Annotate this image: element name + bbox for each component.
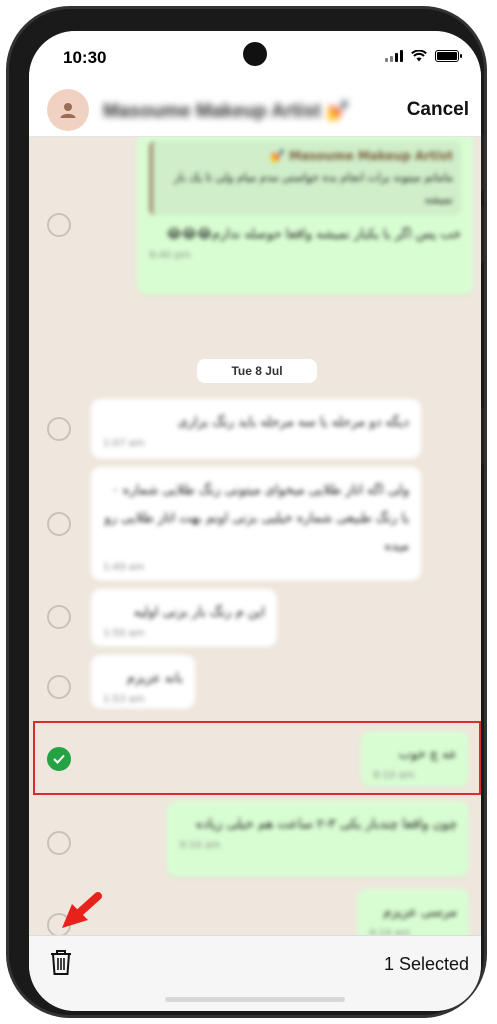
select-circle[interactable] <box>47 831 71 855</box>
select-circle[interactable] <box>47 417 71 441</box>
quoted-message: Masoume Makeup Artist 💅 ماماتم میتونه بر… <box>149 141 461 215</box>
message-text: عه چ خوب <box>398 747 457 762</box>
message-time: 9:10 am <box>179 840 221 851</box>
message-bubble[interactable]: ولی اگه اتاز طلایی میخوای میتونی رنگ طلا… <box>91 467 421 581</box>
message-text: خب پس اگر یا یکبار نمیشه واقعا حوصله ندا… <box>166 227 461 242</box>
front-camera <box>243 42 267 66</box>
select-circle[interactable] <box>47 213 71 237</box>
select-circle-checked[interactable] <box>47 747 71 771</box>
message-bubble[interactable]: مرسی عزیزم 9:10 am <box>357 889 469 935</box>
phone-frame: 10:30 Masoume Makeup Artist 💅 Cancel Mas… <box>6 6 487 1018</box>
message-bubble[interactable]: Masoume Makeup Artist 💅 ماماتم میتونه بر… <box>137 137 473 295</box>
message-text: چون واقعا چندبار یکی ۳-۲ ساعت هم خیلی زی… <box>195 817 457 832</box>
message-text: دیگه دو مرحله یا سه مرحله باید رنگ بزاری <box>177 415 409 430</box>
quote-text: ماماتم میتونه برات انجام بده خواستی مدم … <box>174 171 453 206</box>
person-icon <box>60 103 76 118</box>
wifi-icon <box>411 50 427 62</box>
message-bubble[interactable]: بانه عزیزم 1:53 am <box>91 655 195 709</box>
message-time: 9:10 am <box>373 770 415 781</box>
status-bar: 10:30 <box>29 31 481 83</box>
select-circle[interactable] <box>47 675 71 699</box>
chat-header: Masoume Makeup Artist 💅 Cancel <box>29 83 481 137</box>
message-text: این م رنگ بار بزنی اولیه <box>133 605 265 620</box>
selection-toolbar: 1 Selected <box>29 935 481 1011</box>
annotation-arrow-icon <box>62 892 102 928</box>
message-time: 9:10 am <box>369 928 411 935</box>
message-time: 1:49 am <box>103 562 145 573</box>
screen: 10:30 Masoume Makeup Artist 💅 Cancel Mas… <box>29 31 481 1011</box>
contact-name[interactable]: Masoume Makeup Artist 💅 <box>103 99 350 123</box>
status-time: 10:30 <box>63 48 107 67</box>
message-text: مرسی عزیزم <box>383 905 457 920</box>
message-time: 1:07 am <box>103 438 145 449</box>
trash-icon <box>51 950 71 975</box>
message-time: 1:53 am <box>103 694 145 705</box>
select-circle[interactable] <box>47 605 71 629</box>
checkmark-icon <box>53 754 65 764</box>
delete-button[interactable] <box>49 948 73 979</box>
avatar[interactable] <box>47 89 89 131</box>
selected-count: 1 Selected <box>383 954 469 974</box>
message-text: ولی اگه اتاز طلایی میخوای میتونی رنگ طلا… <box>104 483 409 554</box>
select-circle[interactable] <box>47 512 71 536</box>
date-separator: Tue 8 Jul <box>197 359 317 383</box>
message-bubble[interactable]: این م رنگ بار بزنی اولیه 1:50 am <box>91 589 277 647</box>
status-icons <box>385 50 462 62</box>
message-text: بانه عزیزم <box>126 671 183 686</box>
cancel-button[interactable]: Cancel <box>407 99 469 121</box>
quote-author: Masoume Makeup Artist 💅 <box>270 149 453 163</box>
message-time: 1:50 am <box>103 628 145 639</box>
message-bubble[interactable]: چون واقعا چندبار یکی ۳-۲ ساعت هم خیلی زی… <box>167 801 469 877</box>
signal-icon <box>385 50 403 62</box>
message-bubble[interactable]: عه چ خوب 9:10 am <box>361 731 469 787</box>
battery-icon <box>435 50 462 62</box>
home-indicator[interactable] <box>165 997 345 1002</box>
message-bubble[interactable]: دیگه دو مرحله یا سه مرحله باید رنگ بزاری… <box>91 399 421 459</box>
message-list: Masoume Makeup Artist 💅 ماماتم میتونه بر… <box>29 137 481 935</box>
message-time: 9:40 pm <box>149 250 191 261</box>
